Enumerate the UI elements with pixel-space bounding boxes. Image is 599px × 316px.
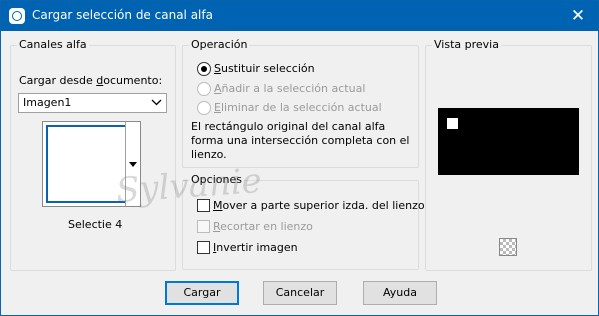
label-add-to-selection[interactable]: Añadir a la selección actual (214, 82, 365, 95)
preview-selection-rect (447, 118, 458, 129)
label-part: E (214, 101, 221, 114)
label-part: nvertir imagen (216, 241, 298, 254)
channel-name: Selectie 4 (68, 218, 123, 231)
group-title-alpha-channels: Canales alfa (17, 38, 89, 51)
label-part: liminar de la selección actual (220, 101, 382, 114)
label-part: S (214, 62, 221, 75)
checkbox-crop-to-canvas[interactable] (197, 220, 210, 233)
chevron-down-icon (151, 99, 162, 106)
group-title-operation: Operación (189, 38, 250, 51)
radio-replace-selection[interactable] (197, 62, 211, 76)
dialog-window: Cargar selección de canal alfa ✕ Canales… (0, 0, 599, 316)
label-part: Cargar desde (19, 74, 97, 87)
close-icon: ✕ (570, 6, 586, 26)
preview-canvas (438, 108, 579, 175)
label-part: ocumento: (103, 74, 163, 87)
label-part: ñadir a la selección actual (221, 82, 366, 95)
operation-info-text: El rectángulo original del canal alfa fo… (191, 120, 410, 161)
cancel-button[interactable]: Cancelar (263, 281, 337, 305)
close-button[interactable]: ✕ (558, 1, 598, 31)
label-part: ustituir selección (220, 62, 315, 75)
load-from-document-label: Cargar desde documento: (19, 74, 162, 87)
label-crop-to-canvas[interactable]: Recortar en lienzo (213, 220, 313, 233)
title-bar[interactable]: Cargar selección de canal alfa ✕ (1, 1, 598, 31)
label-invert-image[interactable]: Invertir imagen (213, 241, 298, 254)
label-part: ecortar en lienzo (220, 220, 313, 233)
help-button[interactable]: Ayuda (363, 281, 437, 305)
label-part: A (214, 82, 222, 95)
checkerboard-icon[interactable] (499, 238, 517, 256)
group-title-preview: Vista previa (432, 38, 501, 51)
radio-add-to-selection[interactable] (197, 82, 211, 96)
label-remove-from-selection[interactable]: Eliminar de la selección actual (214, 101, 382, 114)
document-select-value: Imagen1 (23, 96, 72, 109)
app-icon (9, 8, 25, 24)
label-replace-selection[interactable]: Sustituir selección (214, 62, 315, 75)
document-select[interactable]: Imagen1 (18, 93, 167, 113)
radio-remove-from-selection[interactable] (197, 101, 211, 115)
checkbox-invert-image[interactable] (197, 241, 210, 254)
load-button[interactable]: Cargar (165, 281, 239, 305)
window-title: Cargar selección de canal alfa (32, 8, 213, 22)
